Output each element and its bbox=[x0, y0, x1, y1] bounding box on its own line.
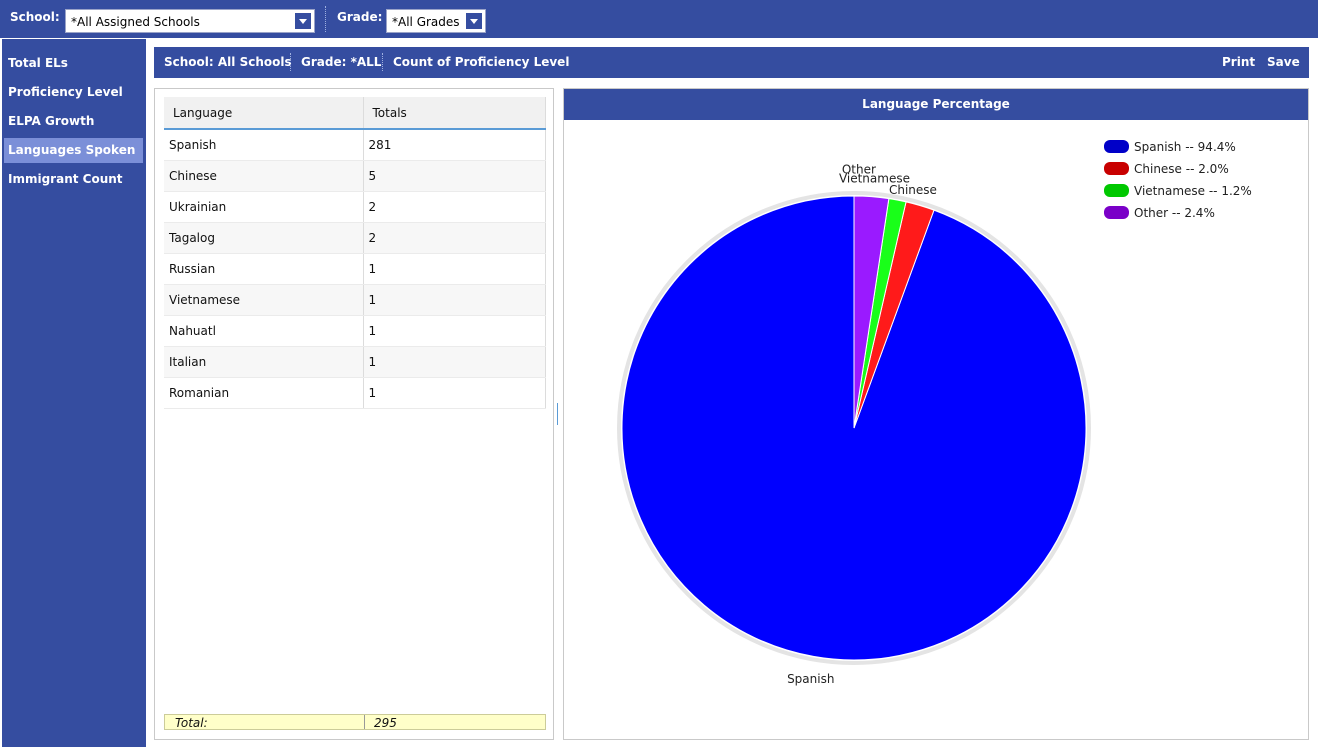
column-header-totals[interactable]: Totals bbox=[363, 97, 546, 130]
legend-entry-vietnamese[interactable]: Vietnamese -- 1.2% bbox=[1134, 184, 1252, 198]
table-row[interactable]: Romanian 1 bbox=[164, 377, 546, 409]
sidebar-item-total-els[interactable]: Total ELs bbox=[4, 51, 143, 76]
language-table-panel: Language Totals Spanish 281 Chinese 5 Ukra… bbox=[154, 88, 554, 740]
chevron-down-icon[interactable] bbox=[465, 12, 483, 30]
language-cell: Vietnamese bbox=[164, 284, 364, 316]
header-divider bbox=[290, 53, 291, 71]
school-select[interactable]: *All Assigned Schools bbox=[65, 9, 315, 33]
table-row[interactable]: Italian 1 bbox=[164, 346, 546, 378]
language-cell: Italian bbox=[164, 346, 364, 378]
header-divider bbox=[382, 53, 383, 71]
legend-swatch-vietnamese bbox=[1104, 184, 1129, 197]
total-cell: 2 bbox=[363, 222, 546, 254]
legend-swatch-spanish bbox=[1104, 140, 1129, 153]
grade-select-value: *All Grades bbox=[392, 15, 460, 29]
grade-label: Grade: bbox=[337, 10, 383, 24]
language-cell: Nahuatl bbox=[164, 315, 364, 347]
slice-label-spanish: Spanish bbox=[787, 672, 834, 686]
panel-splitter-handle[interactable] bbox=[557, 403, 558, 425]
legend-entry-chinese[interactable]: Chinese -- 2.0% bbox=[1134, 162, 1229, 176]
table-header-row: Language Totals bbox=[164, 97, 546, 130]
total-cell: 1 bbox=[363, 253, 546, 285]
table-row[interactable]: Spanish 281 bbox=[164, 129, 546, 161]
report-header-bar: School: All Schools Grade: *ALL Count of… bbox=[154, 47, 1309, 78]
total-cell: 281 bbox=[363, 129, 546, 161]
chart-title: Language Percentage bbox=[564, 89, 1308, 120]
total-cell: 1 bbox=[363, 284, 546, 316]
language-cell: Ukrainian bbox=[164, 191, 364, 223]
total-cell: 5 bbox=[363, 160, 546, 192]
legend-entry-spanish[interactable]: Spanish -- 94.4% bbox=[1134, 140, 1236, 154]
chevron-down-icon[interactable] bbox=[294, 12, 312, 30]
print-button[interactable]: Print bbox=[1222, 55, 1255, 69]
language-cell: Chinese bbox=[164, 160, 364, 192]
school-label: School: bbox=[10, 10, 60, 24]
table-row[interactable]: Vietnamese 1 bbox=[164, 284, 546, 316]
language-cell: Spanish bbox=[164, 129, 364, 161]
table-row[interactable]: Chinese 5 bbox=[164, 160, 546, 192]
language-cell: Romanian bbox=[164, 377, 364, 409]
sidebar-item-proficiency-level[interactable]: Proficiency Level bbox=[4, 80, 143, 105]
toolbar-divider bbox=[325, 6, 326, 32]
chart-panel: Language Percentage Spanish Chinese Vietna… bbox=[563, 88, 1309, 740]
table-total-row: Total: 295 bbox=[164, 714, 546, 730]
save-button[interactable]: Save bbox=[1267, 55, 1300, 69]
school-select-value: *All Assigned Schools bbox=[71, 15, 200, 29]
legend-swatch-chinese bbox=[1104, 162, 1129, 175]
header-report-name: Count of Proficiency Level bbox=[393, 55, 570, 69]
top-filter-bar: School: *All Assigned Schools Grade: *Al… bbox=[0, 0, 1318, 38]
header-school-filter: School: All Schools bbox=[164, 55, 292, 69]
total-cell: 1 bbox=[363, 315, 546, 347]
table-row[interactable]: Ukrainian 2 bbox=[164, 191, 546, 223]
language-table: Language Totals Spanish 281 Chinese 5 Ukra… bbox=[164, 97, 546, 409]
column-header-language[interactable]: Language bbox=[164, 97, 364, 130]
sidebar-item-languages-spoken[interactable]: Languages Spoken bbox=[4, 138, 143, 163]
grade-select[interactable]: *All Grades bbox=[386, 9, 486, 33]
legend-swatch-other bbox=[1104, 206, 1129, 219]
total-cell: 1 bbox=[363, 377, 546, 409]
total-row-divider bbox=[364, 715, 365, 729]
sidebar-item-elpa-growth[interactable]: ELPA Growth bbox=[4, 109, 143, 134]
slice-label-other: Other bbox=[842, 163, 876, 177]
total-value: 295 bbox=[374, 716, 397, 730]
language-cell: Tagalog bbox=[164, 222, 364, 254]
total-cell: 2 bbox=[363, 191, 546, 223]
legend-entry-other[interactable]: Other -- 2.4% bbox=[1134, 206, 1215, 220]
table-row[interactable]: Tagalog 2 bbox=[164, 222, 546, 254]
header-grade-filter: Grade: *ALL bbox=[301, 55, 382, 69]
total-cell: 1 bbox=[363, 346, 546, 378]
total-label: Total: bbox=[175, 716, 208, 730]
language-cell: Russian bbox=[164, 253, 364, 285]
table-row[interactable]: Russian 1 bbox=[164, 253, 546, 285]
table-row[interactable]: Nahuatl 1 bbox=[164, 315, 546, 347]
sidebar-item-immigrant-count[interactable]: Immigrant Count bbox=[4, 167, 143, 192]
pie-chart: SpanishChineseVietnameseOtherSpanish -- … bbox=[617, 140, 1252, 686]
sidebar-nav: Total ELs Proficiency Level ELPA Growth … bbox=[2, 39, 146, 747]
